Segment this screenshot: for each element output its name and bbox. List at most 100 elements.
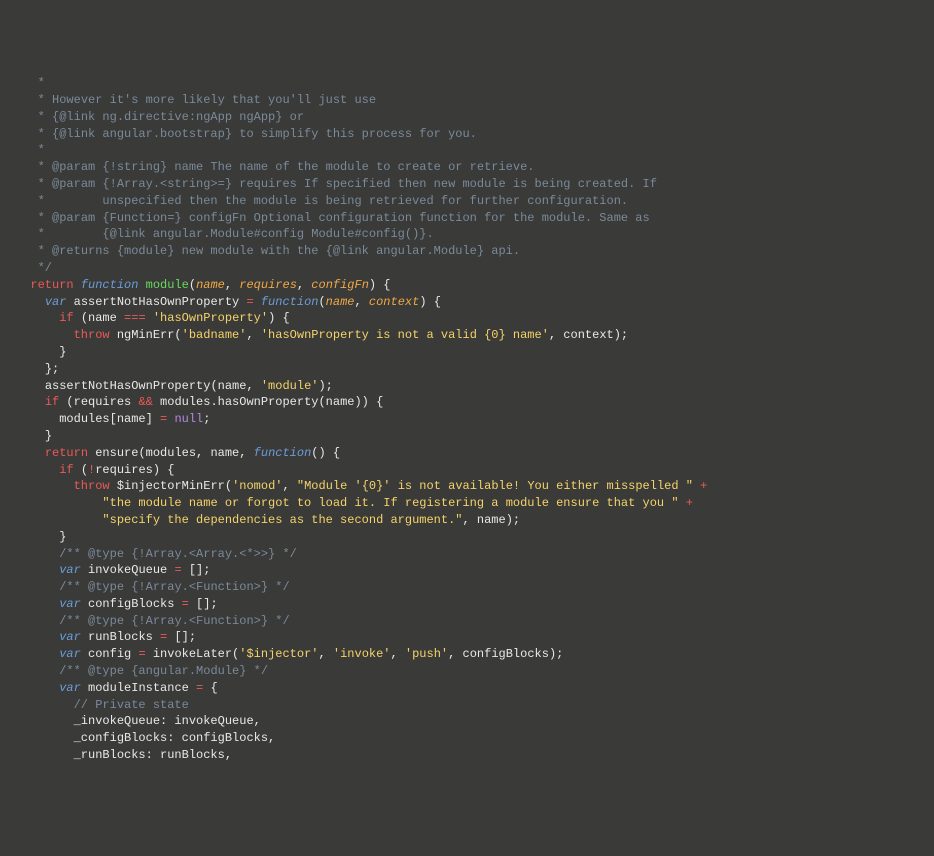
code-token: /** @type {!Array.<Function>} */ (59, 614, 289, 628)
code-token: []; (189, 597, 218, 611)
code-token: var (59, 563, 81, 577)
code-token: _configBlocks: configBlocks, (74, 731, 276, 745)
code-token: 'push' (405, 647, 448, 661)
code-token (74, 278, 81, 292)
code-line: _configBlocks: configBlocks, (16, 730, 926, 747)
code-token: 'badname' (182, 328, 247, 342)
code-token: , (282, 479, 296, 493)
code-line: } (16, 428, 926, 445)
code-token: return (30, 278, 73, 292)
code-line: var runBlocks = []; (16, 629, 926, 646)
code-line: var invokeQueue = []; (16, 562, 926, 579)
code-token: $ (117, 479, 124, 493)
code-token: _runBlocks: runBlocks, (74, 748, 232, 762)
code-token: runBlocks (81, 630, 160, 644)
code-token: throw (74, 328, 110, 342)
code-token: _invokeQueue: invokeQueue, (74, 714, 261, 728)
code-token: , (225, 278, 239, 292)
code-token: * {@link angular.Module#config Module#co… (30, 227, 433, 241)
code-line: * @returns {module} new module with the … (16, 243, 926, 260)
code-token: (name (74, 311, 124, 325)
code-line: /** @type {!Array.<Function>} */ (16, 613, 926, 630)
code-token: * @param {!string} name The name of the … (30, 160, 534, 174)
code-token: if (59, 311, 73, 325)
code-line: * {@link angular.bootstrap} to simplify … (16, 126, 926, 143)
code-line: var config = invokeLater('$injector', 'i… (16, 646, 926, 663)
code-token: []; (182, 563, 211, 577)
code-line: return function module(name, requires, c… (16, 277, 926, 294)
code-line: var moduleInstance = { (16, 680, 926, 697)
code-line: _runBlocks: runBlocks, (16, 747, 926, 764)
code-token: = (196, 681, 203, 695)
code-token (146, 311, 153, 325)
code-token: function (254, 446, 312, 460)
code-token: = (246, 295, 253, 309)
code-token: , (246, 328, 260, 342)
code-token: && (138, 395, 152, 409)
code-token: * (30, 143, 44, 157)
code-token: config (81, 647, 139, 661)
code-token: , name); (462, 513, 520, 527)
code-line: var configBlocks = []; (16, 596, 926, 613)
code-line: if (requires && modules.hasOwnProperty(n… (16, 394, 926, 411)
code-token: /** @type {!Array.<Array.<*>>} */ (59, 547, 297, 561)
code-token: , (354, 295, 368, 309)
code-line: * (16, 142, 926, 159)
code-token: assertNotHasOwnProperty(name, (45, 379, 261, 393)
code-token: ); (318, 379, 332, 393)
code-token: ensure(modules, name, (88, 446, 254, 460)
code-line: "the module name or forgot to load it. I… (16, 495, 926, 512)
code-token: + (700, 479, 707, 493)
code-token: 'hasOwnProperty' (153, 311, 268, 325)
code-line: // Private state (16, 697, 926, 714)
code-line: * @param {!Array.<string>=} requires If … (16, 176, 926, 193)
code-line: * (16, 75, 926, 92)
code-line: return ensure(modules, name, function() … (16, 445, 926, 462)
code-token: null (174, 412, 203, 426)
code-token: configFn (311, 278, 369, 292)
code-token: configBlocks (81, 597, 182, 611)
code-token: , configBlocks); (448, 647, 563, 661)
code-token: var (59, 647, 81, 661)
code-token: ; (203, 412, 210, 426)
code-token: invokeQueue (81, 563, 175, 577)
code-line: modules[name] = null; (16, 411, 926, 428)
code-token: context (369, 295, 419, 309)
code-line: * @param {!string} name The name of the … (16, 159, 926, 176)
code-token: = (182, 597, 189, 611)
code-token: ( (189, 278, 196, 292)
code-token: assertNotHasOwnProperty (66, 295, 246, 309)
code-token: var (59, 597, 81, 611)
code-token: }; (45, 362, 59, 376)
code-token: []; (167, 630, 196, 644)
code-token: } (59, 530, 66, 544)
code-token: invokeLater( (146, 647, 240, 661)
code-token: ) { (419, 295, 441, 309)
code-token (254, 295, 261, 309)
code-token: var (59, 681, 81, 695)
code-token: module (146, 278, 189, 292)
code-token: * (30, 76, 44, 90)
code-token: injectorMinErr( (124, 479, 232, 493)
code-token: moduleInstance (81, 681, 196, 695)
code-line: "specify the dependencies as the second … (16, 512, 926, 529)
code-line: /** @type {angular.Module} */ (16, 663, 926, 680)
code-token: , (318, 647, 332, 661)
code-token: = (174, 563, 181, 577)
code-token: + (686, 496, 693, 510)
code-token: requires) { (95, 463, 174, 477)
code-token (679, 496, 686, 510)
code-token: */ (30, 261, 52, 275)
code-token: 'invoke' (333, 647, 391, 661)
code-token: name (326, 295, 355, 309)
code-token: "Module '{0}' is not available! You eith… (297, 479, 693, 493)
code-line: */ (16, 260, 926, 277)
code-line: _invokeQueue: invokeQueue, (16, 713, 926, 730)
code-line: if (!requires) { (16, 462, 926, 479)
code-token (110, 479, 117, 493)
code-token: 'module' (261, 379, 319, 393)
code-line: * {@link ng.directive:ngApp ngApp} or (16, 109, 926, 126)
code-line: * {@link angular.Module#config Module#co… (16, 226, 926, 243)
code-line: * @param {Function=} configFn Optional c… (16, 210, 926, 227)
code-token (138, 278, 145, 292)
